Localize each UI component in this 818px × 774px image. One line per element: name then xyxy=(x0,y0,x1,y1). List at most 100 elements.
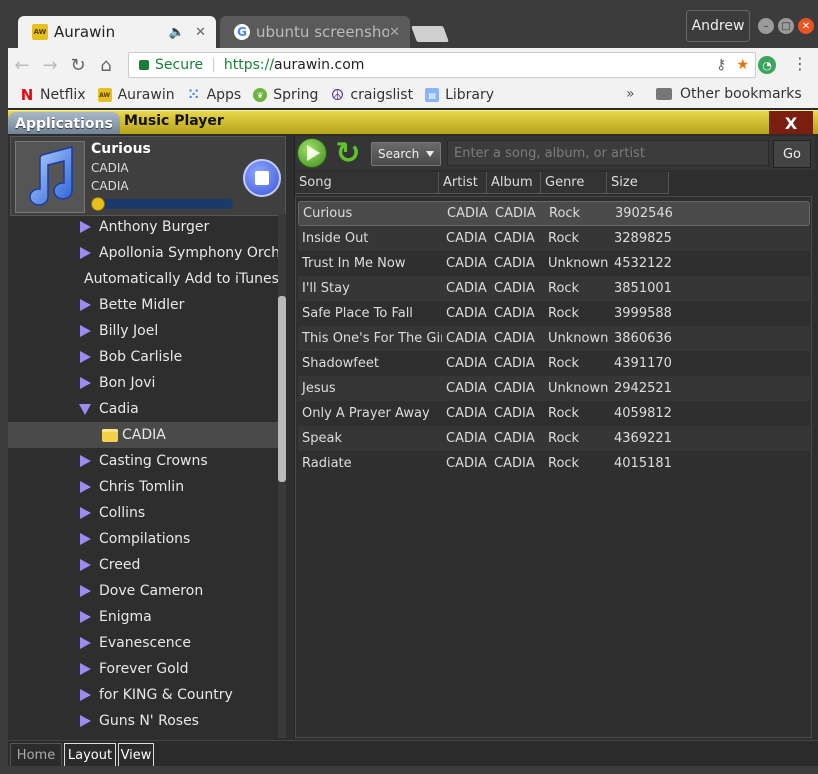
triangle-right-icon[interactable] xyxy=(80,637,91,649)
tree-item[interactable]: Anthony Burger xyxy=(8,214,278,240)
tree-item[interactable]: Billy Joel xyxy=(8,318,278,344)
bookmarks-overflow-icon[interactable]: » xyxy=(626,86,635,102)
tab-view[interactable]: View xyxy=(118,743,154,767)
tree-item[interactable]: Creed xyxy=(8,552,278,578)
bookmark-aurawin[interactable]: AW Aurawin xyxy=(97,87,175,103)
folder-icon[interactable] xyxy=(102,428,118,442)
tree-item[interactable]: Apollonia Symphony Orchestra xyxy=(8,240,278,266)
triangle-right-icon[interactable] xyxy=(80,325,91,337)
refresh-icon[interactable]: ↻ xyxy=(333,136,363,171)
tree-item[interactable]: Guns N' Roses xyxy=(8,708,278,734)
tree-item[interactable]: Compilations xyxy=(8,526,278,552)
triangle-right-icon[interactable] xyxy=(80,689,91,701)
triangle-right-icon[interactable] xyxy=(80,377,91,389)
triangle-right-icon[interactable] xyxy=(80,351,91,363)
tree-item[interactable]: for KING & Country xyxy=(8,682,278,708)
tree-item[interactable]: Casting Crowns xyxy=(8,448,278,474)
tab-ubuntu-screenshot[interactable]: G ubuntu screenshot ✕ xyxy=(220,16,410,48)
other-bookmarks[interactable]: Other bookmarks xyxy=(656,86,802,102)
search-mode-select[interactable]: Search xyxy=(371,142,441,166)
column-header-size[interactable]: Size xyxy=(607,172,669,194)
triangle-right-icon[interactable] xyxy=(80,455,91,467)
table-row[interactable]: Safe Place To Fall CADIA CADIA Rock 3999588 xyxy=(298,301,810,326)
menu-icon[interactable]: ⋮ xyxy=(792,54,808,73)
tree-item[interactable]: Enigma xyxy=(8,604,278,630)
column-header-song[interactable]: Song xyxy=(295,172,439,194)
tree-scrollbar[interactable] xyxy=(278,214,286,738)
go-button[interactable]: Go xyxy=(773,140,811,168)
bookmark-netflix[interactable]: N Netflix xyxy=(20,86,86,104)
triangle-right-icon[interactable] xyxy=(80,663,91,675)
table-row[interactable]: Curious CADIA CADIA Rock 3902546 xyxy=(298,201,810,226)
table-row[interactable]: Speak CADIA CADIA Rock 4369221 xyxy=(298,426,810,451)
triangle-right-icon[interactable] xyxy=(80,533,91,545)
speaker-icon[interactable]: 🔈 xyxy=(169,25,185,40)
tree-item[interactable]: Bon Jovi xyxy=(8,370,278,396)
tree-item[interactable]: Chris Tomlin xyxy=(8,474,278,500)
table-row[interactable]: I'll Stay CADIA CADIA Rock 3851001 xyxy=(298,276,810,301)
progress-knob[interactable] xyxy=(91,197,105,211)
applications-tab[interactable]: Applications xyxy=(8,112,120,136)
triangle-right-icon[interactable] xyxy=(80,299,91,311)
reload-icon[interactable]: ↻ xyxy=(64,55,92,76)
bookmark-library[interactable]: ▤ Library xyxy=(425,87,494,103)
song-table: Curious CADIA CADIA Rock 3902546 Inside Out CA… xyxy=(295,196,812,738)
tree-item[interactable]: Dove Cameron xyxy=(8,578,278,604)
triangle-right-icon[interactable] xyxy=(80,481,91,493)
bookmark-spring[interactable]: ❦ Spring xyxy=(253,87,318,103)
tab-aurawin[interactable]: AW Aurawin 🔈 ✕ xyxy=(18,16,216,48)
tab-close-icon[interactable]: ✕ xyxy=(389,25,400,40)
star-icon[interactable]: ★ xyxy=(736,57,749,73)
triangle-right-icon[interactable] xyxy=(80,247,91,259)
forward-icon[interactable]: → xyxy=(36,55,64,76)
maximize-icon[interactable]: □ xyxy=(778,18,794,34)
search-input[interactable] xyxy=(447,140,769,166)
new-tab-button[interactable] xyxy=(411,26,449,42)
column-header-album[interactable]: Album xyxy=(487,172,541,194)
table-row[interactable]: Shadowfeet CADIA CADIA Rock 4391170 xyxy=(298,351,810,376)
table-row[interactable]: Inside Out CADIA CADIA Rock 3289825 xyxy=(298,226,810,251)
tree-item[interactable]: CADIA xyxy=(8,422,278,448)
table-row[interactable]: This One's For The Girls CADIA CADIA Unknow… xyxy=(298,326,810,351)
window-close-icon[interactable]: ✕ xyxy=(798,18,814,34)
cell-album: CADIA xyxy=(494,256,535,271)
table-row[interactable]: Only A Prayer Away CADIA CADIA Rock 4059812 xyxy=(298,401,810,426)
home-icon[interactable]: ⌂ xyxy=(92,55,120,76)
tree-item[interactable]: Evanescence xyxy=(8,630,278,656)
table-row[interactable]: Trust In Me Now CADIA CADIA Unknown 4532122 xyxy=(298,251,810,276)
playback-progress[interactable] xyxy=(93,199,233,209)
minimize-icon[interactable]: – xyxy=(758,18,774,34)
triangle-right-icon[interactable] xyxy=(80,507,91,519)
tab-layout[interactable]: Layout xyxy=(64,743,116,767)
app-close-button[interactable]: X xyxy=(769,111,813,135)
tab-home[interactable]: Home xyxy=(10,743,62,767)
profile-button[interactable]: Andrew xyxy=(686,10,750,42)
triangle-right-icon[interactable] xyxy=(80,611,91,623)
play-button[interactable] xyxy=(297,138,327,168)
tree-item[interactable]: Bob Carlisle xyxy=(8,344,278,370)
tree-item[interactable]: Forever Gold xyxy=(8,656,278,682)
bookmark-craigslist[interactable]: ☮ craigslist xyxy=(330,86,413,104)
address-bar[interactable]: Secure | https:// aurawin.com ⚷ ★ xyxy=(128,52,756,78)
column-header-artist[interactable]: Artist xyxy=(439,172,487,194)
back-icon[interactable]: ← xyxy=(8,55,36,76)
stop-button[interactable] xyxy=(243,159,281,197)
tab-close-icon[interactable]: ✕ xyxy=(195,25,206,40)
triangle-right-icon[interactable] xyxy=(80,221,91,233)
scrollbar-thumb[interactable] xyxy=(278,296,286,482)
triangle-right-icon[interactable] xyxy=(80,585,91,597)
extension-icon[interactable]: ◔ xyxy=(758,56,776,74)
triangle-down-icon[interactable] xyxy=(79,403,91,415)
table-row[interactable]: Jesus CADIA CADIA Unknown 2942521 xyxy=(298,376,810,401)
triangle-right-icon[interactable] xyxy=(80,559,91,571)
triangle-right-icon[interactable] xyxy=(80,715,91,727)
key-icon[interactable]: ⚷ xyxy=(716,57,726,73)
cell-size: 4015181 xyxy=(614,456,672,471)
column-header-genre[interactable]: Genre xyxy=(541,172,607,194)
tree-item[interactable]: Bette Midler xyxy=(8,292,278,318)
table-row[interactable]: Radiate CADIA CADIA Rock 4015181 xyxy=(298,451,810,476)
tree-item[interactable]: Cadia xyxy=(8,396,278,422)
tree-item[interactable]: Collins xyxy=(8,500,278,526)
tree-item[interactable]: Automatically Add to iTunes xyxy=(8,266,278,292)
bookmark-apps[interactable]: ⁙ Apps xyxy=(187,87,242,103)
